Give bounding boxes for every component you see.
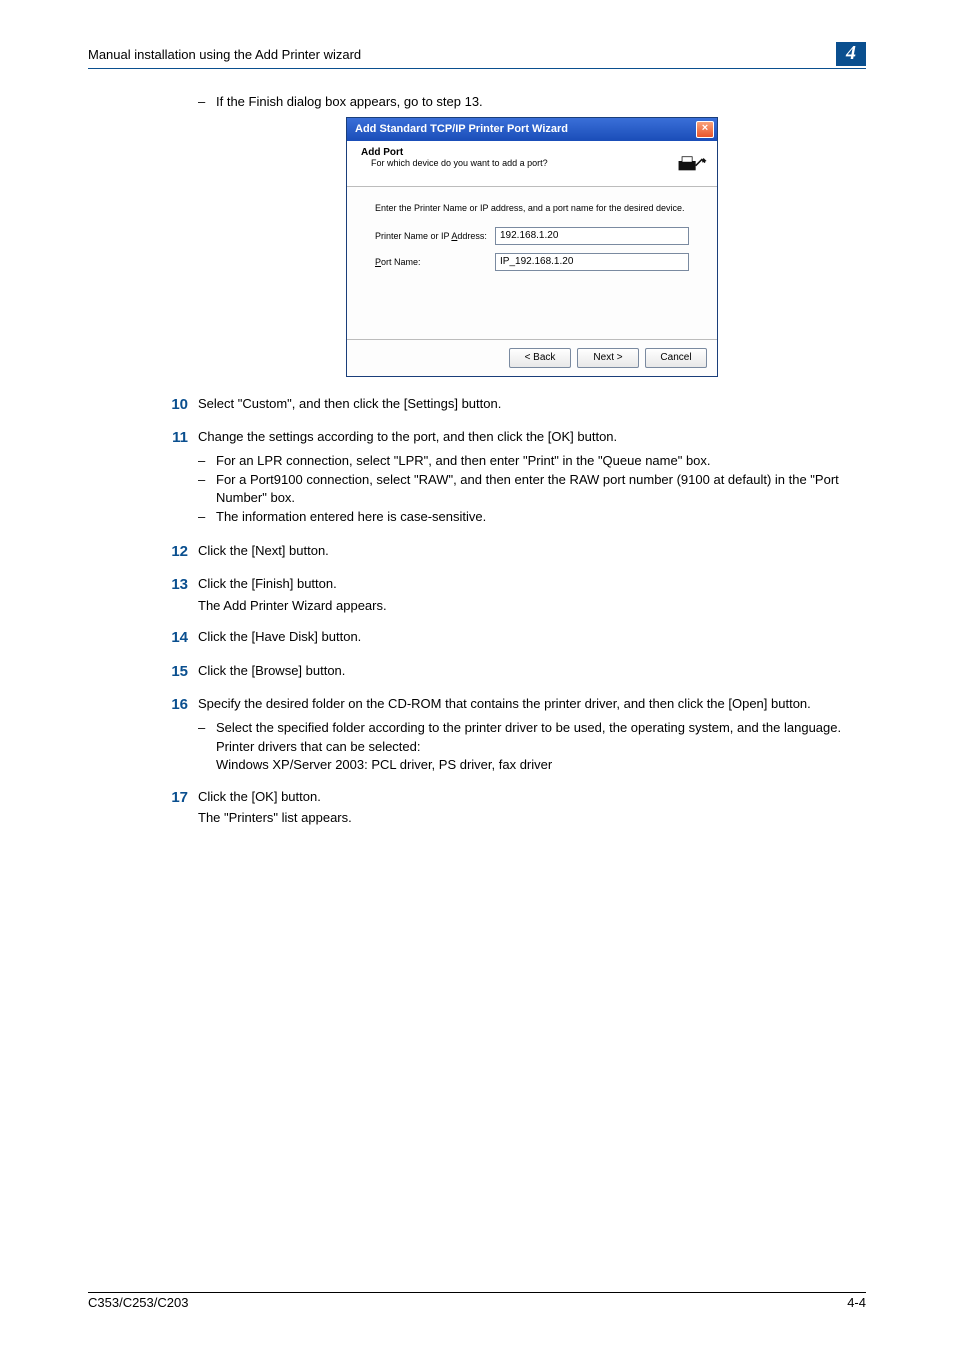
back-button[interactable]: < Back xyxy=(509,348,571,368)
step-number: 14 xyxy=(152,628,198,648)
step-number: 10 xyxy=(152,395,198,415)
step-14: 14 Click the [Have Disk] button. xyxy=(198,628,866,648)
dialog-instruction: Enter the Printer Name or IP address, an… xyxy=(375,203,689,213)
chapter-number: 4 xyxy=(836,42,866,66)
port-name-label: Port Name: xyxy=(375,257,495,267)
dialog-title: Add Standard TCP/IP Printer Port Wizard xyxy=(355,123,696,135)
step-number: 12 xyxy=(152,542,198,562)
bullet-dash: – xyxy=(198,93,216,111)
intro-bullet: – If the Finish dialog box appears, go t… xyxy=(198,93,866,111)
step-11-bullet-3: The information entered here is case-sen… xyxy=(216,508,486,526)
step-text: Specify the desired folder on the CD-ROM… xyxy=(198,695,866,713)
dialog-subtext: For which device do you want to add a po… xyxy=(371,158,675,168)
step-13: 13 Click the [Finish] button. The Add Pr… xyxy=(198,575,866,614)
port-name-input[interactable] xyxy=(495,253,689,271)
step-16-line-1: Printer drivers that can be selected: xyxy=(216,738,866,756)
dialog-titlebar: Add Standard TCP/IP Printer Port Wizard … xyxy=(347,118,717,141)
step-text: Click the [OK] button. xyxy=(198,788,866,806)
printer-name-label: Printer Name or IP Address: xyxy=(375,231,495,241)
page-header-title: Manual installation using the Add Printe… xyxy=(88,47,836,62)
printer-name-input[interactable] xyxy=(495,227,689,245)
step-number: 13 xyxy=(152,575,198,614)
step-13-para: The Add Printer Wizard appears. xyxy=(198,597,866,615)
step-text: Click the [Have Disk] button. xyxy=(198,628,866,648)
step-number: 11 xyxy=(152,428,198,528)
step-number: 15 xyxy=(152,662,198,682)
step-11-bullet-1: For an LPR connection, select "LPR", and… xyxy=(216,452,711,470)
step-text: Change the settings according to the por… xyxy=(198,428,866,446)
intro-bullet-text: If the Finish dialog box appears, go to … xyxy=(216,93,483,111)
dialog-subtitle: Add Port xyxy=(361,147,675,158)
step-number: 16 xyxy=(152,695,198,773)
step-number: 17 xyxy=(152,788,198,827)
step-text: Select "Custom", and then click the [Set… xyxy=(198,395,866,415)
next-button[interactable]: Next > xyxy=(577,348,639,368)
tcpip-port-wizard-dialog: Add Standard TCP/IP Printer Port Wizard … xyxy=(346,117,718,377)
step-text: Click the [Next] button. xyxy=(198,542,866,562)
step-12: 12 Click the [Next] button. xyxy=(198,542,866,562)
step-11-bullet-2: For a Port9100 connection, select "RAW",… xyxy=(216,471,866,506)
step-text: Click the [Finish] button. xyxy=(198,575,866,593)
step-16-line-2: Windows XP/Server 2003: PCL driver, PS d… xyxy=(216,756,866,774)
step-text: Click the [Browse] button. xyxy=(198,662,866,682)
close-icon[interactable]: × xyxy=(696,121,714,138)
footer-left: C353/C253/C203 xyxy=(88,1295,188,1310)
printer-network-icon xyxy=(675,147,707,178)
step-15: 15 Click the [Browse] button. xyxy=(198,662,866,682)
header-rule xyxy=(88,68,866,69)
step-16: 16 Specify the desired folder on the CD-… xyxy=(198,695,866,773)
step-17: 17 Click the [OK] button. The "Printers"… xyxy=(198,788,866,827)
footer-right: 4-4 xyxy=(847,1295,866,1310)
cancel-button[interactable]: Cancel xyxy=(645,348,707,368)
step-16-bullet-1: Select the specified folder according to… xyxy=(216,719,841,737)
step-17-para: The "Printers" list appears. xyxy=(198,809,866,827)
step-10: 10 Select "Custom", and then click the [… xyxy=(198,395,866,415)
step-11: 11 Change the settings according to the … xyxy=(198,428,866,528)
